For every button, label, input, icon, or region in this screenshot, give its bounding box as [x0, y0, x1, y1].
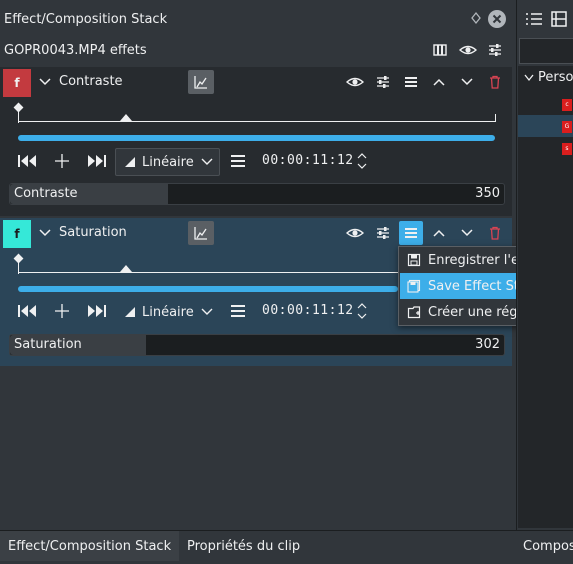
effect-settings-icon[interactable]	[371, 70, 395, 94]
visibility-eye-icon[interactable]	[343, 70, 367, 94]
delete-effect-icon[interactable]	[483, 70, 507, 94]
effect-badge: f	[3, 220, 31, 248]
bottom-tab-bar: Effect/Composition Stack Propriétés du c…	[0, 530, 573, 564]
move-up-icon[interactable]	[427, 221, 451, 245]
timecode-display[interactable]: 00:00:11:12	[262, 153, 354, 168]
previous-keyframe-icon[interactable]	[15, 299, 41, 323]
effect-name: Contraste	[59, 74, 123, 89]
param-value: 302	[475, 337, 500, 352]
move-down-icon[interactable]	[455, 70, 479, 94]
graph-view-button[interactable]	[188, 221, 214, 245]
add-keyframe-icon[interactable]	[50, 299, 74, 323]
keyframe-ruler	[18, 272, 398, 273]
effect-menu-icon[interactable]	[399, 70, 423, 94]
delete-effect-icon[interactable]	[483, 221, 507, 245]
effect-chip: s	[562, 143, 572, 155]
compare-split-icon[interactable]	[432, 42, 450, 60]
param-label: Contraste	[14, 186, 78, 201]
playhead-marker[interactable]	[120, 265, 132, 272]
visibility-eye-icon[interactable]	[343, 221, 367, 245]
add-keyframe-icon[interactable]	[50, 149, 74, 173]
keyframe-options-icon[interactable]	[226, 299, 250, 323]
toggle-all-visibility-icon[interactable]	[459, 42, 477, 60]
param-value: 350	[475, 186, 500, 201]
previous-keyframe-icon[interactable]	[15, 149, 41, 173]
interpolation-select[interactable]: Linéaire	[115, 148, 220, 176]
param-label: Saturation	[14, 337, 82, 352]
param-slider-saturation[interactable]: Saturation 302	[9, 334, 505, 356]
param-slider-contraste[interactable]: Contraste 350	[9, 183, 505, 205]
tab-effect-stack[interactable]: Effect/Composition Stack	[0, 531, 180, 561]
next-keyframe-icon[interactable]	[83, 299, 109, 323]
float-dock-icon[interactable]	[469, 11, 483, 25]
tab-clip-properties[interactable]: Propriétés du clip	[179, 531, 308, 561]
effect-name: Saturation	[59, 225, 127, 240]
timecode-spin-icon[interactable]	[355, 299, 369, 323]
keyframe-ruler	[18, 121, 496, 122]
settings-sliders-icon[interactable]	[487, 42, 505, 60]
dock-title: Effect/Composition Stack	[4, 12, 168, 27]
timecode-spin-icon[interactable]	[355, 149, 369, 173]
list-view-icon[interactable]	[525, 11, 543, 27]
create-region-icon	[400, 305, 428, 319]
timecode-display[interactable]: 00:00:11:12	[262, 303, 354, 318]
interpolation-value: Linéaire	[142, 304, 194, 320]
effect-chip: G	[562, 121, 572, 133]
keyframe-position-bar[interactable]	[18, 135, 495, 141]
tab-compositions[interactable]: Compos	[515, 531, 573, 561]
grid-view-icon[interactable]	[551, 11, 567, 27]
dropdown-chevron-icon	[201, 158, 213, 166]
ruler-end-tick	[495, 114, 496, 122]
effect-settings-icon[interactable]	[371, 221, 395, 245]
dropdown-chevron-icon	[201, 308, 213, 316]
collapse-chevron-icon[interactable]	[33, 221, 57, 245]
close-dock-icon[interactable]	[488, 10, 506, 28]
tree-folder-label[interactable]: Perso	[538, 70, 573, 85]
graph-view-button[interactable]	[188, 70, 214, 94]
move-up-icon[interactable]	[427, 70, 451, 94]
save-icon	[400, 253, 428, 267]
keyframe-options-icon[interactable]	[226, 149, 250, 173]
clip-effects-label: GOPR0043.MP4 effets	[4, 43, 147, 58]
right-tree-list: Perso c G s	[518, 66, 573, 528]
effect-badge: f	[3, 69, 31, 97]
tree-expand-chevron-icon[interactable]	[524, 74, 534, 82]
interpolation-ramp-icon	[124, 156, 136, 168]
interpolation-value: Linéaire	[142, 154, 194, 170]
collapse-chevron-icon[interactable]	[33, 70, 57, 94]
search-field[interactable]	[519, 38, 573, 64]
effect-chip: c	[562, 99, 572, 111]
interpolation-select[interactable]: Linéaire	[115, 298, 220, 326]
keyframe-position-bar[interactable]	[18, 286, 398, 292]
playhead-marker[interactable]	[120, 114, 132, 121]
effect-menu-icon[interactable]	[399, 221, 423, 245]
next-keyframe-icon[interactable]	[83, 149, 109, 173]
move-down-icon[interactable]	[455, 221, 479, 245]
interpolation-ramp-icon	[124, 306, 136, 318]
save-stack-icon	[400, 279, 428, 293]
effect-item-contraste: f Contraste Linéaire 00:00:11:12 Contras…	[0, 67, 512, 216]
